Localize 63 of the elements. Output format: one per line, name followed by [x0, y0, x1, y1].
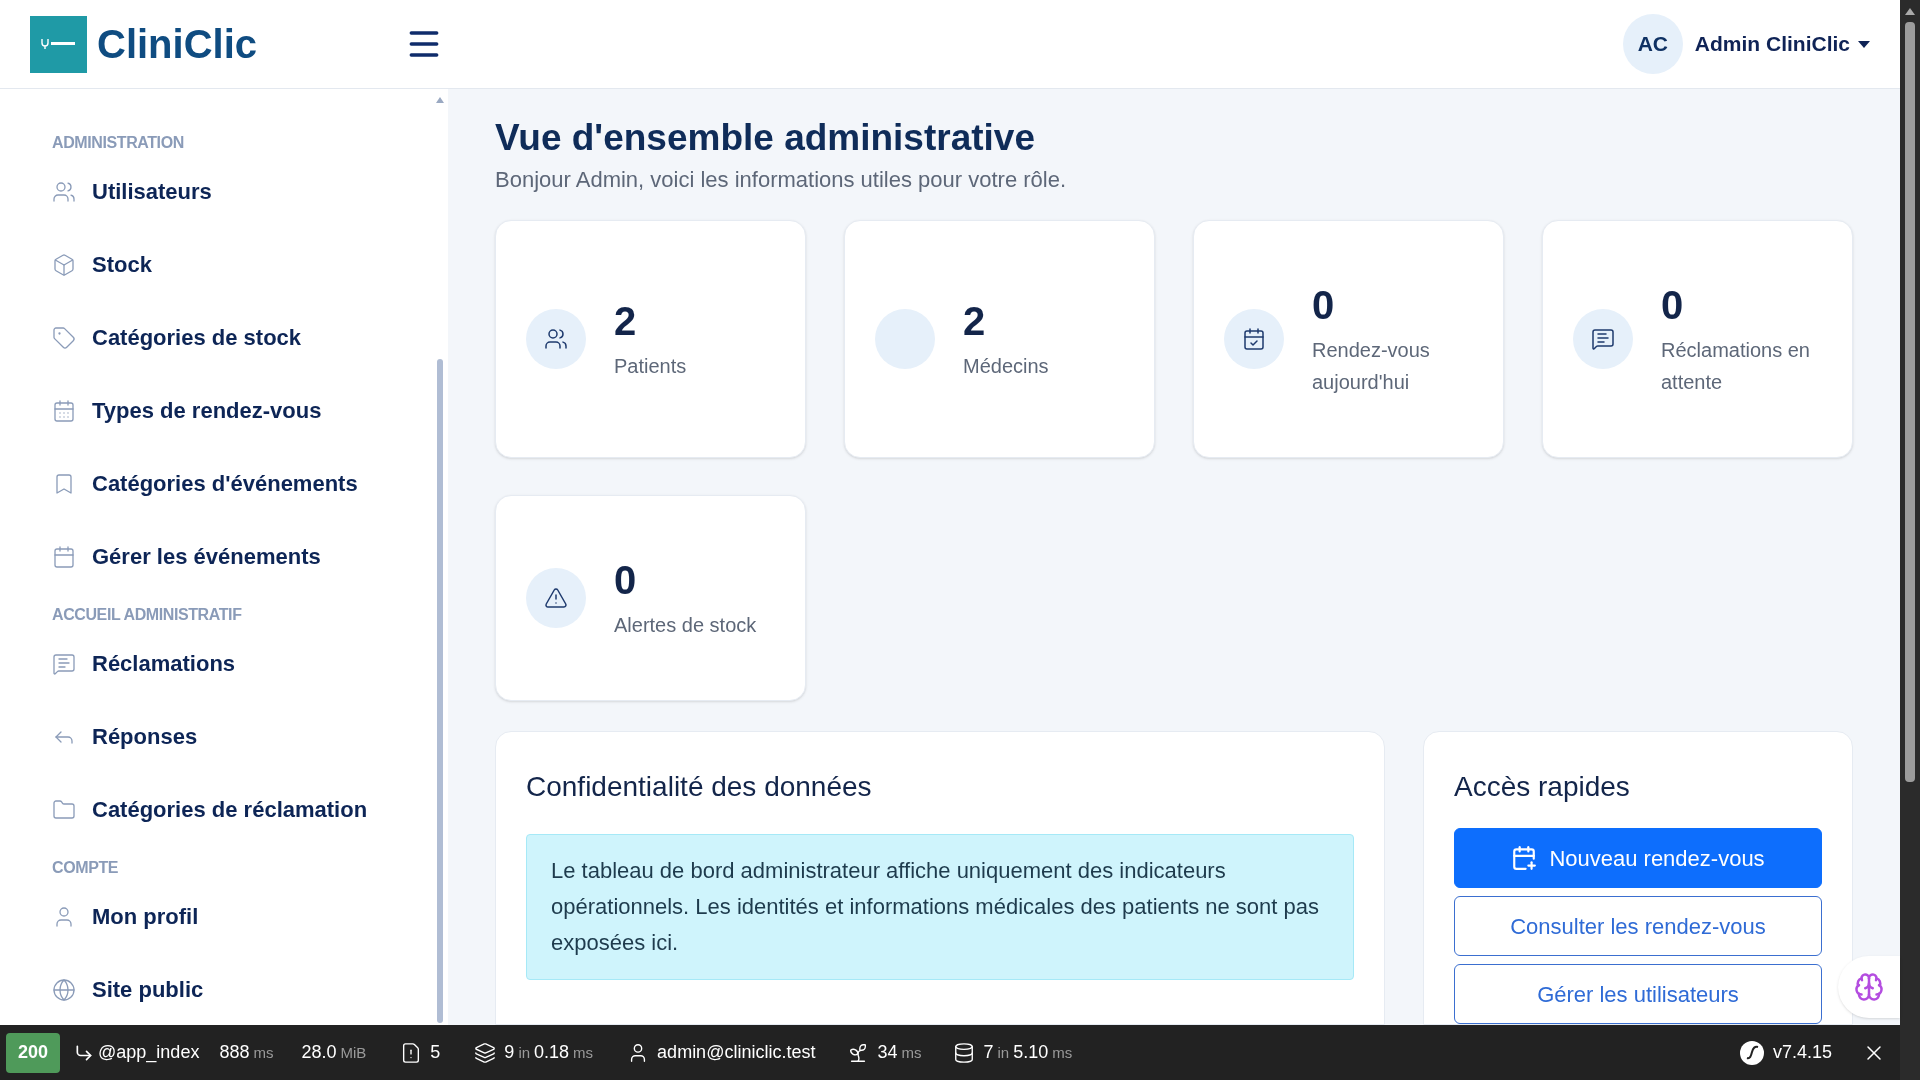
quick-link-button[interactable]: Consulter les rendez-vous — [1454, 896, 1822, 957]
user-text: admin@cliniclic.test — [627, 1039, 816, 1066]
brand-name: CliniClic — [97, 21, 258, 68]
sidebar-item[interactable]: Catégories de réclamation — [52, 773, 434, 846]
cache-text: 9 in 0.18 ms — [474, 1039, 594, 1066]
caret-icon — [1858, 40, 1870, 48]
sidebar-item[interactable]: Stock — [52, 228, 434, 301]
box-icon — [52, 252, 76, 277]
sidebar-item[interactable]: Site public — [52, 953, 434, 1026]
stat-label: Réclamations en attente — [1661, 338, 1811, 396]
stat-value: 0 — [614, 557, 638, 605]
scroll-thumb[interactable] — [1905, 22, 1915, 782]
folder-icon — [52, 797, 76, 822]
memory-text: 28.0 MiB — [301, 1041, 367, 1064]
sidebar-item[interactable]: Utilisateurs — [52, 155, 434, 228]
scroll-up-icon[interactable] — [1904, 6, 1916, 16]
globe-icon — [52, 977, 76, 1002]
stat-label: Médecins — [963, 354, 1049, 380]
stat-value: 0 — [1312, 282, 1336, 330]
stat-label: Patients — [614, 354, 687, 380]
sidebar-item[interactable]: Catégories de stock — [52, 301, 434, 374]
user-menu[interactable]: Admin CliniClic — [1694, 28, 1870, 60]
logs-text: 5 — [400, 1039, 441, 1066]
database-icon — [953, 1041, 976, 1064]
info-alert: Le tableau de bord administrateur affiche uniquement des indicateurs opérationnels. Les identités et informations médicales des patients ne sont pas exposées ici. — [526, 834, 1354, 981]
calendar-icon — [52, 544, 76, 569]
scroll-thumb[interactable] — [437, 359, 443, 1023]
layers-icon — [474, 1041, 497, 1064]
sidebar-item[interactable]: Types de rendez-vous — [52, 374, 434, 447]
chat-icon — [52, 651, 76, 676]
status-badge: 200 — [6, 1032, 61, 1073]
sidebar-item[interactable]: Gérer les événements — [52, 520, 434, 593]
sidebar-item[interactable]: Réclamations — [52, 627, 434, 700]
stat-label: Rendez-vous aujourd'hui — [1312, 338, 1431, 396]
twig-text: 34 ms — [847, 1039, 922, 1066]
assistant-button[interactable] — [1838, 956, 1900, 1018]
calendar-icon — [52, 398, 76, 423]
sidebar-item[interactable]: Réponses — [52, 700, 434, 773]
brain-icon — [1854, 972, 1884, 1002]
section-label: ADMINISTRATION — [52, 133, 185, 153]
sidebar-item[interactable]: Mon profil — [52, 880, 434, 953]
tag-icon — [52, 325, 76, 350]
stat-label: Alertes de stock — [614, 613, 757, 639]
page-title: Vue d'ensemble administrative — [495, 116, 1036, 160]
section-label: COMPTE — [52, 858, 120, 878]
stat-value: 2 — [614, 298, 638, 346]
quick-link-button[interactable]: Gérer les utilisateurs — [1454, 964, 1822, 1024]
database-text: 7 in 5.10 ms — [953, 1039, 1073, 1066]
page-subtitle: Bonjour Admin, voici les informations utiles pour votre rôle. — [495, 166, 1068, 195]
version-text: v7.4.15 — [1738, 1039, 1832, 1066]
user-avatar: AC — [1622, 14, 1683, 74]
card-title: Accès rapides — [1454, 770, 1631, 805]
stat-value: 0 — [1661, 282, 1685, 330]
users-icon — [52, 179, 76, 204]
time-text: 888 ms — [219, 1041, 274, 1064]
sidebar-item[interactable]: Catégories d'événements — [52, 447, 434, 520]
card-title: Confidentialité des données — [526, 770, 873, 805]
logo-icon — [30, 15, 87, 73]
stat-value: 2 — [963, 298, 987, 346]
new-appointment-button[interactable]: Nouveau rendez-vous — [1454, 828, 1822, 889]
calendar-plus-icon — [1511, 845, 1538, 872]
route-text: @app_index — [74, 1039, 200, 1066]
section-label: ACCUEIL ADMINISTRATIF — [52, 605, 243, 625]
